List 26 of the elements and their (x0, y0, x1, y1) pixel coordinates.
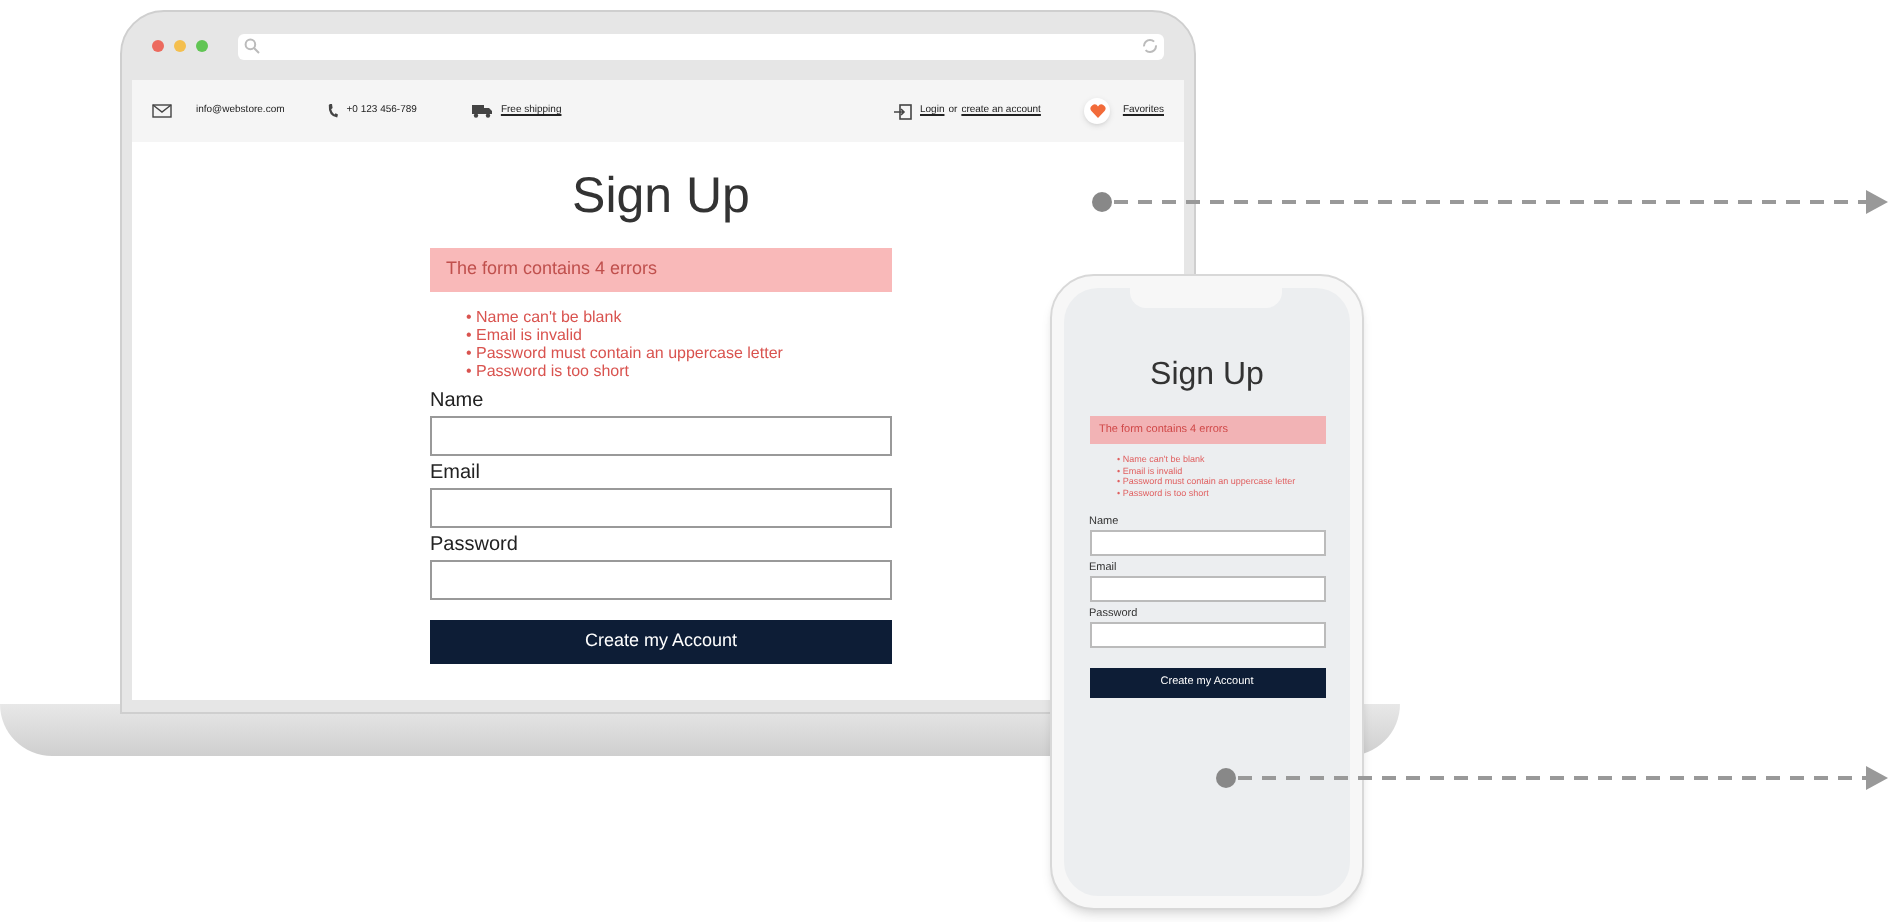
mail-icon (152, 104, 172, 118)
heart-icon (1089, 104, 1106, 118)
field-label: Email (430, 460, 483, 488)
input-field[interactable] (1089, 530, 1325, 556)
input-field[interactable] (1089, 622, 1325, 648)
error-message: • Password is too short (466, 362, 631, 380)
form-title: Sign Up (1150, 360, 1264, 392)
error-banner: The form contains 4 errors (430, 248, 892, 292)
create-account-button[interactable]: Create my Account (430, 620, 892, 664)
input-field[interactable] (1089, 576, 1325, 602)
error-message: • Email is invalid (466, 326, 584, 344)
input-field[interactable] (430, 560, 892, 600)
reload-icon[interactable] (1142, 38, 1158, 54)
form-title: Sign Up (572, 172, 750, 222)
error-message: • Password must contain an uppercase letter (466, 344, 785, 362)
heart-badge[interactable] (1084, 98, 1111, 124)
phone-icon (328, 104, 339, 118)
address-bar[interactable] (238, 33, 1164, 59)
truck-icon (472, 104, 493, 118)
login-icon (894, 103, 912, 119)
input-field[interactable] (430, 416, 892, 456)
field-label: Name (430, 388, 486, 416)
field-label: Password (430, 532, 520, 560)
error-message: • Name can't be blank (466, 308, 624, 326)
input-field[interactable] (430, 488, 892, 528)
search-icon (244, 38, 260, 54)
